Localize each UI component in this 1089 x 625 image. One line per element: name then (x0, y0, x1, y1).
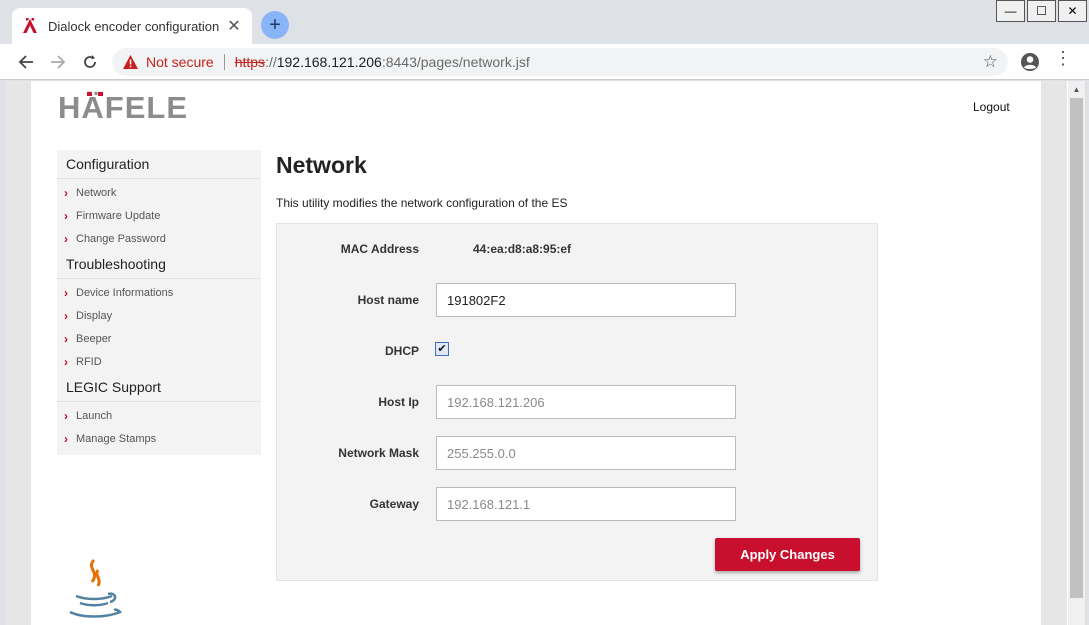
new-tab-button[interactable]: + (261, 11, 289, 39)
sidebar-item-label: RFID (76, 355, 102, 368)
browser-titlebar: Dialock encoder configuration ✕ + — ☐ ✕ (0, 0, 1089, 44)
apply-changes-button[interactable]: Apply Changes (715, 538, 860, 571)
sidebar-item-firmware-update[interactable]: › Firmware Update (57, 204, 261, 227)
url-scheme-sep: :// (265, 54, 277, 70)
window-controls: — ☐ ✕ (994, 0, 1087, 22)
forward-button[interactable] (42, 46, 74, 78)
sidebar-item-label: Manage Stamps (76, 432, 157, 445)
network-form: MAC Address 44:ea:d8:a8:95:ef Host name … (276, 223, 878, 581)
not-secure-label[interactable]: Not secure (146, 54, 214, 70)
network-mask-label: Network Mask (338, 446, 419, 460)
chevron-right-icon: › (64, 354, 68, 369)
address-separator (223, 54, 225, 70)
sidebar-nav: Configuration › Network › Firmware Update … (57, 150, 261, 455)
gateway-input[interactable] (436, 487, 736, 521)
chevron-right-icon: › (64, 208, 68, 223)
checkmark-icon: ✔ (437, 342, 447, 355)
sidebar-item-label: Firmware Update (76, 209, 161, 222)
sidebar-item-label: Beeper (76, 332, 112, 345)
scroll-up-icon[interactable]: ▲ (1068, 81, 1085, 98)
dhcp-checkbox[interactable]: ✔ (435, 342, 449, 356)
minimize-button[interactable]: — (996, 0, 1025, 22)
tab-close-icon[interactable]: ✕ (226, 16, 242, 36)
sidebar-item-beeper[interactable]: › Beeper (57, 327, 261, 350)
bookmark-star-icon[interactable]: ☆ (983, 52, 998, 72)
url-host: 192.168.121.206 (276, 54, 382, 70)
chevron-right-icon: › (64, 231, 68, 246)
host-ip-input[interactable] (436, 385, 736, 419)
chevron-right-icon: › (64, 408, 68, 423)
chevron-right-icon: › (64, 331, 68, 346)
hafele-favicon-icon (22, 18, 38, 34)
url-scheme: https (234, 54, 266, 70)
sidebar-section-troubleshooting: Troubleshooting (57, 250, 261, 279)
warning-icon (122, 54, 138, 70)
hostname-label: Host name (357, 293, 419, 307)
chevron-right-icon: › (64, 285, 68, 300)
sidebar-item-label: Launch (76, 409, 113, 422)
maximize-button[interactable]: ☐ (1027, 0, 1056, 22)
sidebar-item-label: Device Informations (76, 286, 174, 299)
sidebar-item-device-informations[interactable]: › Device Informations (57, 281, 261, 304)
page-description: This utility modifies the network config… (276, 196, 568, 210)
arrow-right-icon (51, 54, 66, 69)
sidebar-item-label: Display (76, 309, 113, 322)
sidebar-item-launch[interactable]: › Launch (57, 404, 261, 427)
reload-button[interactable] (74, 46, 106, 78)
scrollbar-thumb[interactable] (1070, 98, 1083, 598)
reload-icon (84, 54, 96, 68)
tab-title: Dialock encoder configuration (48, 18, 220, 34)
sidebar-item-label: Change Password (76, 232, 166, 245)
mac-address-label: MAC Address (340, 242, 419, 256)
gateway-label: Gateway (369, 497, 419, 511)
sidebar-item-change-password[interactable]: › Change Password (57, 227, 261, 250)
back-button[interactable] (10, 46, 42, 78)
chevron-right-icon: › (64, 308, 68, 323)
mac-address-value: 44:ea:d8:a8:95:ef (473, 242, 572, 256)
sidebar-item-display[interactable]: › Display (57, 304, 261, 327)
dhcp-label: DHCP (384, 344, 419, 358)
arrow-left-icon (18, 54, 33, 69)
svg-text:HÄFELE: HÄFELE (58, 90, 188, 122)
host-ip-label: Host Ip (378, 395, 419, 409)
sidebar-item-label: Network (76, 186, 117, 199)
address-bar[interactable]: Not secure https://192.168.121.206:8443/… (112, 48, 1008, 76)
page-title: Network (276, 152, 367, 178)
page-gutter-left (5, 81, 31, 625)
kebab-menu-icon[interactable]: ⋮ (1054, 48, 1072, 69)
sidebar-item-rfid[interactable]: › RFID (57, 350, 261, 373)
sidebar-item-network[interactable]: › Network (57, 181, 261, 204)
network-mask-input[interactable] (436, 436, 736, 470)
hafele-logo: HÄFELE (58, 90, 188, 122)
browser-tab[interactable]: Dialock encoder configuration ✕ (12, 8, 252, 44)
page-gutter-right (1041, 81, 1067, 625)
sidebar-section-legic-support: LEGIC Support (57, 373, 261, 402)
browser-toolbar: Not secure https://192.168.121.206:8443/… (0, 44, 1089, 80)
close-window-button[interactable]: ✕ (1058, 0, 1087, 22)
java-logo-icon (69, 558, 123, 618)
vertical-scrollbar[interactable]: ▲ (1068, 81, 1085, 625)
chevron-right-icon: › (64, 431, 68, 446)
url-path: :8443/pages/network.jsf (381, 54, 530, 70)
sidebar-item-manage-stamps[interactable]: › Manage Stamps (57, 427, 261, 450)
chevron-right-icon: › (64, 185, 68, 200)
logout-link[interactable]: Logout (973, 100, 1010, 114)
hostname-input[interactable] (436, 283, 736, 317)
account-icon[interactable] (1018, 50, 1042, 74)
sidebar-section-configuration: Configuration (57, 150, 261, 179)
